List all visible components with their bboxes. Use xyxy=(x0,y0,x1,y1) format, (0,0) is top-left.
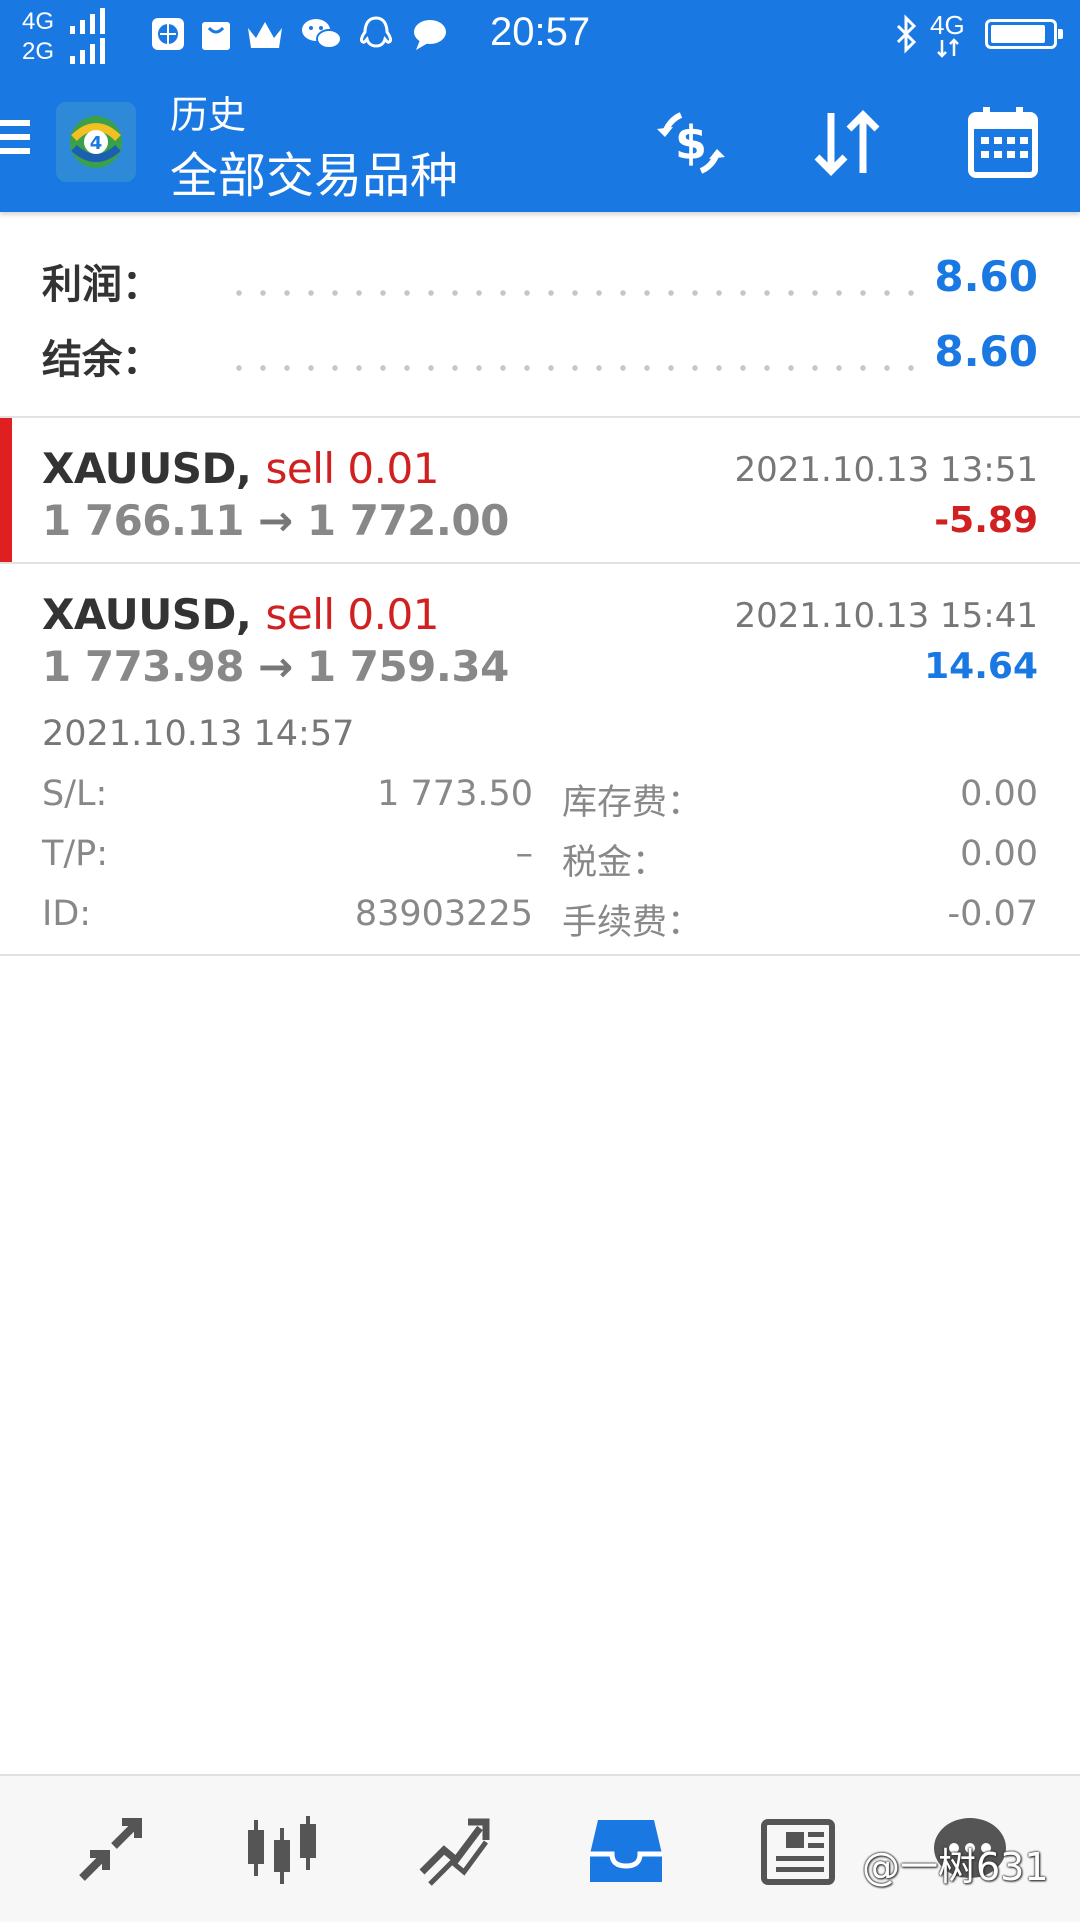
deal-symbol-line: XAUUSD, sell 0.01 xyxy=(42,590,439,639)
deal-profit: -5.89 xyxy=(934,500,1038,541)
tp-label: T/P: xyxy=(42,834,109,874)
wechat-icon xyxy=(302,19,342,49)
quotes-icon xyxy=(79,1818,142,1881)
id-value: 83903225 xyxy=(354,894,533,934)
selected-marker xyxy=(0,418,12,562)
signal-indicators: 4G 2G xyxy=(22,6,132,66)
tax-value: 0.00 xyxy=(960,834,1038,874)
news-icon xyxy=(761,1819,835,1885)
swap-value: 0.00 xyxy=(960,774,1038,814)
open-time: 2021.10.13 14:57 xyxy=(42,714,355,754)
open-price: 1 766.11 xyxy=(42,496,244,545)
app-logo-icon: 4 xyxy=(56,102,136,182)
sl-value: 1 773.50 xyxy=(377,774,533,814)
deal-datetime: 2021.10.13 15:41 xyxy=(734,596,1038,636)
nav-chart[interactable] xyxy=(234,1802,330,1898)
sl-label: S/L: xyxy=(42,774,108,814)
deal-prices: 1 773.98 → 1 759.34 xyxy=(42,642,509,691)
tax-label: 税金： xyxy=(562,843,668,883)
shopping-bag-icon xyxy=(202,22,230,50)
deal-symbol-line: XAUUSD, sell 0.01 xyxy=(42,444,439,493)
deal-type: sell 0.01 xyxy=(265,444,440,493)
sort-icon xyxy=(814,110,880,176)
app-bar: 4 历史 全部交易品种 $ xyxy=(0,70,1080,212)
dotted-leader xyxy=(227,290,928,296)
battery-level xyxy=(991,25,1045,43)
battery-icon xyxy=(985,19,1063,49)
fee-value: -0.07 xyxy=(947,894,1038,934)
deal-symbol: XAUUSD, xyxy=(42,444,252,493)
qq-icon xyxy=(360,16,392,48)
detail-row: S/L: 1 773.50 库存费： 0.00 xyxy=(42,774,1038,826)
nav-history[interactable] xyxy=(578,1802,674,1898)
deal-symbol: XAUUSD, xyxy=(42,590,252,639)
message-icon xyxy=(414,20,446,50)
page-title-small: 历史 xyxy=(170,93,247,137)
watermark: @一树631 xyxy=(862,1845,1049,1889)
menu-icon[interactable] xyxy=(0,120,32,160)
arrow-right-icon: → xyxy=(258,642,293,691)
deal-datetime: 2021.10.13 13:51 xyxy=(734,450,1038,490)
nav-trade[interactable] xyxy=(406,1802,502,1898)
svg-text:4: 4 xyxy=(90,133,103,154)
profit-label: 利润： xyxy=(42,262,162,308)
close-price: 1 772.00 xyxy=(306,496,509,545)
deal-type: sell 0.01 xyxy=(265,590,440,639)
history-inbox-icon xyxy=(590,1820,662,1882)
network-label-2: 2G xyxy=(22,38,55,65)
network-type-right: 4G xyxy=(930,10,965,40)
crown-icon xyxy=(248,22,282,48)
status-bar: 4G 2G 20:57 4G xyxy=(0,0,1080,70)
profit-value: 8.60 xyxy=(934,252,1038,301)
detail-row: ID: 83903225 手续费： -0.07 xyxy=(42,894,1038,946)
detail-row: T/P: – 税金： 0.00 xyxy=(42,834,1038,886)
deal-item-expanded[interactable]: XAUUSD, sell 0.01 1 773.98 → 1 759.34 20… xyxy=(0,564,1080,956)
clock: 20:57 xyxy=(490,10,591,54)
balance-value: 8.60 xyxy=(934,327,1038,376)
trend-icon xyxy=(419,1818,490,1886)
balance-row: 结余： 8.60 xyxy=(42,327,1038,387)
bluetooth-icon xyxy=(896,14,917,54)
browser-icon xyxy=(152,18,184,50)
open-price: 1 773.98 xyxy=(42,642,244,691)
deal-item[interactable]: XAUUSD, sell 0.01 1 766.11 → 1 772.00 20… xyxy=(0,418,1080,564)
tp-value: – xyxy=(515,834,534,874)
summary-panel: 利润： 8.60 结余： 8.60 xyxy=(0,212,1080,418)
profit-row: 利润： 8.60 xyxy=(42,252,1038,312)
close-price: 1 759.34 xyxy=(306,642,509,691)
swap-label: 库存费： xyxy=(562,783,703,823)
calendar-button[interactable] xyxy=(960,100,1046,186)
fee-label: 手续费： xyxy=(562,903,703,943)
nav-quotes[interactable] xyxy=(62,1802,158,1898)
chart-candles-icon xyxy=(248,1816,316,1884)
currency-exchange-icon: $ xyxy=(657,112,725,174)
balance-label: 结余： xyxy=(42,337,162,383)
arrow-right-icon: → xyxy=(258,496,293,545)
currency-exchange-button[interactable]: $ xyxy=(648,100,734,186)
network-label-1: 4G xyxy=(22,8,55,35)
deal-prices: 1 766.11 → 1 772.00 xyxy=(42,496,509,545)
id-label: ID: xyxy=(42,894,92,934)
nav-news[interactable] xyxy=(750,1802,846,1898)
sort-button[interactable] xyxy=(804,100,890,186)
symbol-filter-title[interactable]: 全部交易品种 xyxy=(170,136,458,206)
deal-profit: 14.64 xyxy=(924,646,1038,687)
svg-text:$: $ xyxy=(675,116,707,170)
data-arrows-icon xyxy=(937,38,959,58)
dotted-leader xyxy=(227,365,928,371)
calendar-icon xyxy=(968,107,1038,178)
